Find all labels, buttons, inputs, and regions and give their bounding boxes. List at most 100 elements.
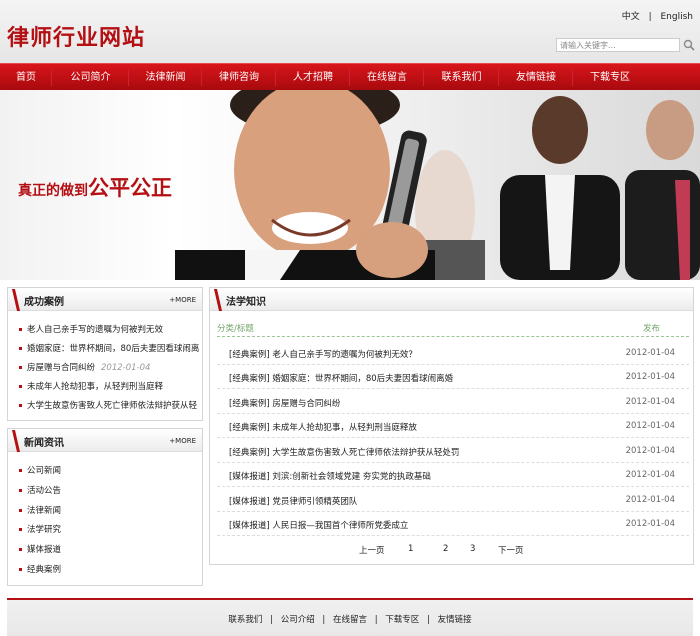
list-item-text: 媒体报道 — [27, 545, 62, 555]
bullet-icon — [19, 528, 22, 531]
table-row[interactable]: [媒体报道] 刘滨:创新社会领域党建 夯实党的执政基础 2012-01-04 — [217, 463, 689, 487]
row-title: [经典案例] 大学生故意伤害致人死亡律师依法辩护获从轻处罚 — [229, 448, 460, 458]
red-slash-icon — [12, 289, 20, 311]
bullet-icon — [19, 404, 22, 407]
list-item-text: 房屋赠与合同纠纷 — [27, 363, 96, 373]
nav-label: 公司简介 — [70, 72, 111, 83]
nav-item-consult[interactable]: 律师咨询 — [202, 64, 276, 91]
list-item-text: 法律新闻 — [27, 506, 62, 516]
table-row[interactable]: [经典案例] 老人自己亲手写的遗嘱为何被判无效？ 2012-01-04 — [217, 341, 689, 365]
row-title: [媒体报道] 人民日报—我国首个律师所党委成立 — [229, 521, 409, 531]
language-switcher: 中文 | English — [619, 9, 696, 22]
row-date: 2012-01-04 — [625, 421, 675, 431]
table-row[interactable]: [媒体报道] 党员律师引领精英团队 2012-01-04 — [217, 488, 689, 512]
list-item-date: 2012-01-04 — [101, 363, 151, 373]
pager-next-link[interactable]: 下一页 — [498, 544, 524, 556]
success-cases-panel: 成功案例 +MORE 老人自己亲手写的遗嘱为何被判无效 婚姻家庭：世界杯期间，8… — [7, 287, 203, 421]
bullet-icon — [19, 509, 22, 512]
list-item[interactable]: 大学生故意伤害致人死亡律师依法辩护获从轻 — [19, 399, 199, 411]
table-header-divider — [217, 336, 689, 337]
nav-item-links[interactable]: 友情链接 — [499, 64, 573, 91]
row-date: 2012-01-04 — [625, 397, 675, 407]
search-icon[interactable] — [683, 39, 695, 51]
lang-separator: | — [648, 12, 652, 22]
list-item[interactable]: 房屋赠与合同纠纷 2012-01-04 — [19, 361, 199, 373]
table-row[interactable]: [经典案例] 未成年人抢劫犯事，从轻判刑当庭释放 2012-01-04 — [217, 414, 689, 438]
nav-item-message[interactable]: 在线留言 — [350, 64, 424, 91]
list-item-text: 公司新闻 — [27, 466, 62, 476]
row-date: 2012-01-04 — [625, 470, 675, 480]
news-panel: 新闻资讯 +MORE 公司新闻 活动公告 法律新闻 法学研究 媒体报道 经典案例 — [7, 428, 203, 586]
footer-link-download[interactable]: 下载专区 — [385, 615, 419, 625]
news-category-item[interactable]: 活动公告 — [19, 484, 199, 496]
nav-item-home[interactable]: 首页 — [0, 64, 52, 91]
row-title: [经典案例] 婚姻家庭：世界杯期间，80后夫妻因看球闹离婚 — [229, 374, 454, 384]
more-link[interactable]: +MORE — [169, 437, 196, 445]
column-header-date: 发布 — [643, 324, 661, 334]
hero-banner: 真正的做到公平公正 — [0, 90, 700, 280]
footer-link-contact[interactable]: 联系我们 — [228, 615, 262, 625]
main-nav: 首页 公司简介 法律新闻 律师咨询 人才招聘 在线留言 联系我们 友情链接 下载… — [0, 63, 700, 90]
footer-separator: | — [374, 615, 378, 625]
list-item-text: 婚姻家庭：世界杯期间，80后夫妻因看球闹离 — [27, 344, 199, 354]
site-footer: 联系我们 | 公司介绍 | 在线留言 | 下载专区 | 友情链接 — [7, 600, 693, 636]
footer-separator: | — [322, 615, 326, 625]
nav-label: 律师咨询 — [219, 72, 259, 83]
slogan-prefix: 真正的做到 — [18, 183, 88, 199]
site-logo[interactable]: 律师行业网站 — [7, 20, 145, 52]
news-category-item[interactable]: 法律新闻 — [19, 504, 199, 516]
nav-item-about[interactable]: 公司简介 — [52, 64, 129, 91]
more-link[interactable]: +MORE — [169, 296, 196, 304]
list-item[interactable]: 老人自己亲手写的遗嘱为何被判无效 — [19, 323, 199, 335]
list-item-text: 未成年人抢劫犯事，从轻判刑当庭释 — [27, 382, 164, 392]
bullet-icon — [19, 328, 22, 331]
bullet-icon — [19, 385, 22, 388]
table-row[interactable]: [媒体报道] 人民日报—我国首个律师所党委成立 2012-01-04 — [217, 512, 689, 536]
row-title: [经典案例] 老人自己亲手写的遗嘱为何被判无效？ — [229, 350, 417, 360]
slogan-emphasis: 公平公正 — [88, 176, 172, 200]
bullet-icon — [19, 366, 22, 369]
row-title: [经典案例] 房屋赠与合同纠纷 — [229, 399, 341, 409]
news-category-item[interactable]: 经典案例 — [19, 563, 199, 575]
news-category-item[interactable]: 法学研究 — [19, 523, 199, 535]
lang-english-link[interactable]: English — [658, 12, 697, 22]
news-category-item[interactable]: 媒体报道 — [19, 543, 199, 555]
row-date: 2012-01-04 — [625, 495, 675, 505]
row-title: [媒体报道] 刘滨:创新社会领域党建 夯实党的执政基础 — [229, 472, 431, 482]
nav-item-legal-news[interactable]: 法律新闻 — [129, 64, 202, 91]
bullet-icon — [19, 347, 22, 350]
pager-page-1[interactable]: 1 — [408, 544, 413, 554]
nav-label: 下载专区 — [590, 72, 630, 83]
table-row[interactable]: [经典案例] 房屋赠与合同纠纷 2012-01-04 — [217, 390, 689, 414]
pager-page-2[interactable]: 2 — [443, 544, 448, 554]
lang-chinese-link[interactable]: 中文 — [619, 12, 643, 22]
table-row[interactable]: [经典案例] 婚姻家庭：世界杯期间，80后夫妻因看球闹离婚 2012-01-04 — [217, 365, 689, 389]
table-row[interactable]: [经典案例] 大学生故意伤害致人死亡律师依法辩护获从轻处罚 2012-01-04 — [217, 439, 689, 463]
bullet-icon — [19, 548, 22, 551]
panel-title: 新闻资讯 — [24, 438, 64, 449]
footer-link-links[interactable]: 友情链接 — [438, 615, 472, 625]
nav-item-contact[interactable]: 联系我们 — [424, 64, 499, 91]
list-item[interactable]: 未成年人抢劫犯事，从轻判刑当庭释 — [19, 380, 199, 392]
nav-label: 法律新闻 — [145, 72, 186, 83]
nav-label: 联系我们 — [441, 72, 482, 83]
nav-label: 人才招聘 — [293, 72, 333, 83]
news-category-item[interactable]: 公司新闻 — [19, 464, 199, 476]
column-header-category: 分类/标题 — [217, 324, 254, 334]
row-title: [经典案例] 未成年人抢劫犯事，从轻判刑当庭释放 — [229, 423, 417, 433]
footer-link-about[interactable]: 公司介绍 — [281, 615, 315, 625]
pager-prev-link[interactable]: 上一页 — [359, 544, 385, 556]
red-slash-icon — [214, 289, 222, 311]
list-item-text: 经典案例 — [27, 565, 62, 575]
pager-page-3[interactable]: 3 — [470, 544, 475, 554]
nav-item-download[interactable]: 下载专区 — [573, 64, 647, 91]
nav-item-jobs[interactable]: 人才招聘 — [276, 64, 350, 91]
list-item[interactable]: 婚姻家庭：世界杯期间，80后夫妻因看球闹离 — [19, 342, 199, 354]
footer-link-message[interactable]: 在线留言 — [333, 615, 367, 625]
search-input[interactable]: 请输入关键字... — [556, 38, 680, 52]
footer-links: 联系我们 | 公司介绍 | 在线留言 | 下载专区 | 友情链接 — [7, 613, 693, 625]
bullet-icon — [19, 489, 22, 492]
list-item-text: 大学生故意伤害致人死亡律师依法辩护获从轻 — [27, 401, 198, 411]
list-item-text: 活动公告 — [27, 486, 62, 496]
list-item-text: 老人自己亲手写的遗嘱为何被判无效 — [27, 325, 164, 335]
